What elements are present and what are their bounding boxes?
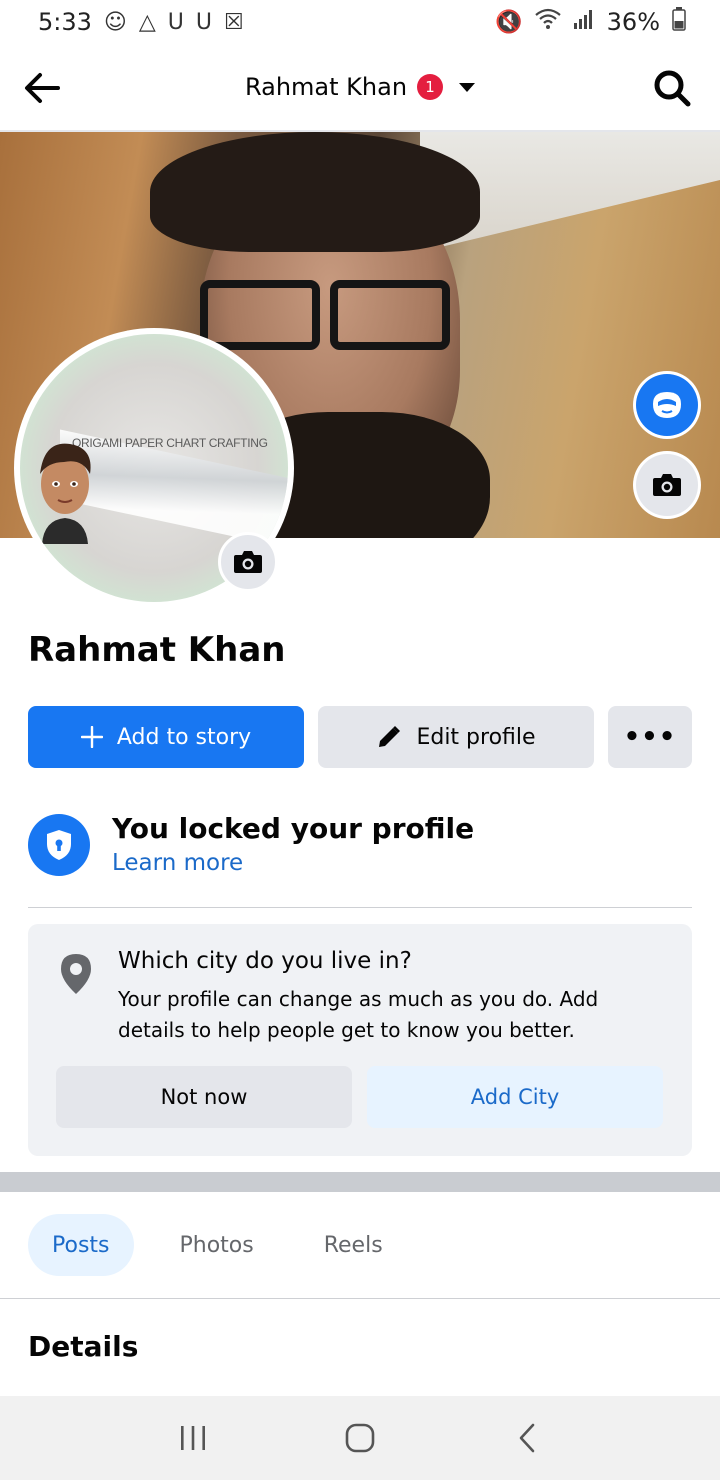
recent-apps-button[interactable] xyxy=(163,1408,223,1468)
x-icon: ☒ xyxy=(223,9,244,35)
shield-lock-icon xyxy=(47,830,71,860)
status-bar: 5:33 ☺ △ U U ☒ 🔇 36% xyxy=(0,0,720,44)
plus-icon xyxy=(80,726,103,748)
u-icon: U xyxy=(167,9,184,35)
search-button[interactable] xyxy=(652,68,692,108)
city-prompt-card: Which city do you live in? Your profile … xyxy=(28,924,692,1156)
status-time: 5:33 xyxy=(38,8,92,36)
drive-icon: △ xyxy=(138,9,156,35)
locked-profile-title: You locked your profile xyxy=(112,812,475,845)
status-left: 5:33 ☺ △ U U ☒ xyxy=(38,8,244,36)
edit-profile-label: Edit profile xyxy=(416,724,536,750)
city-description: Your profile can change as much as you d… xyxy=(118,987,599,1042)
tab-reels[interactable]: Reels xyxy=(300,1214,407,1276)
back-button[interactable] xyxy=(22,68,62,108)
u-icon: U xyxy=(195,9,212,35)
top-nav: Rahmat Khan 1 xyxy=(0,44,720,132)
location-pin-icon xyxy=(61,954,91,994)
add-to-story-label: Add to story xyxy=(116,724,252,750)
profile-picture-camera-button[interactable] xyxy=(218,532,278,592)
not-now-button[interactable]: Not now xyxy=(56,1066,352,1128)
battery-percent: 36% xyxy=(606,8,660,36)
signal-icon xyxy=(573,8,595,36)
back-arrow-icon xyxy=(25,73,60,103)
tab-photos[interactable]: Photos xyxy=(156,1214,278,1276)
mute-icon: 🔇 xyxy=(495,9,523,35)
more-dots-icon: ••• xyxy=(623,722,677,752)
battery-icon xyxy=(672,7,686,37)
avatar-button[interactable] xyxy=(636,374,698,436)
search-icon xyxy=(654,70,691,107)
camera-icon xyxy=(234,551,262,573)
profile-name: Rahmat Khan xyxy=(28,630,286,670)
city-question: Which city do you live in? xyxy=(118,948,412,974)
learn-more-link[interactable]: Learn more xyxy=(112,850,243,876)
section-divider xyxy=(0,1172,720,1192)
shield-badge xyxy=(28,814,90,876)
home-button[interactable] xyxy=(330,1408,390,1468)
notification-icon: ☺ xyxy=(103,9,127,35)
wifi-icon xyxy=(534,8,561,36)
glasses-right-lens xyxy=(330,280,450,350)
nav-title: Rahmat Khan xyxy=(244,73,408,101)
camera-icon xyxy=(653,474,681,496)
tabs-divider xyxy=(0,1298,720,1299)
chevron-left-icon xyxy=(519,1423,534,1453)
cover-camera-button[interactable] xyxy=(636,454,698,516)
profile-switcher[interactable]: Rahmat Khan 1 xyxy=(244,73,476,101)
system-navigation-bar xyxy=(0,1396,720,1480)
edit-profile-button[interactable]: Edit profile xyxy=(318,706,594,768)
more-options-button[interactable]: ••• xyxy=(608,706,692,768)
add-city-button[interactable]: Add City xyxy=(367,1066,663,1128)
glasses-left-lens xyxy=(200,280,320,350)
cartoon-avatar-icon xyxy=(40,443,91,544)
recent-apps-icon xyxy=(181,1426,206,1450)
caret-down-icon xyxy=(459,82,476,92)
profile-picture-caption: ORIGAMI PAPER CHART CRAFTING xyxy=(72,436,268,450)
details-heading: Details xyxy=(28,1330,139,1363)
cover-hair xyxy=(150,132,480,252)
pencil-icon xyxy=(379,726,401,747)
avatar-face-icon xyxy=(653,392,681,418)
add-to-story-button[interactable]: Add to story xyxy=(28,706,304,768)
status-right: 🔇 36% xyxy=(495,7,686,37)
notification-badge: 1 xyxy=(417,74,444,100)
locked-profile-notice: You locked your profile Learn more xyxy=(28,812,692,908)
tab-posts[interactable]: Posts xyxy=(28,1214,134,1276)
home-icon xyxy=(345,1423,375,1453)
profile-tabs: Posts Photos Reels xyxy=(28,1214,407,1276)
system-back-button[interactable] xyxy=(497,1408,557,1468)
